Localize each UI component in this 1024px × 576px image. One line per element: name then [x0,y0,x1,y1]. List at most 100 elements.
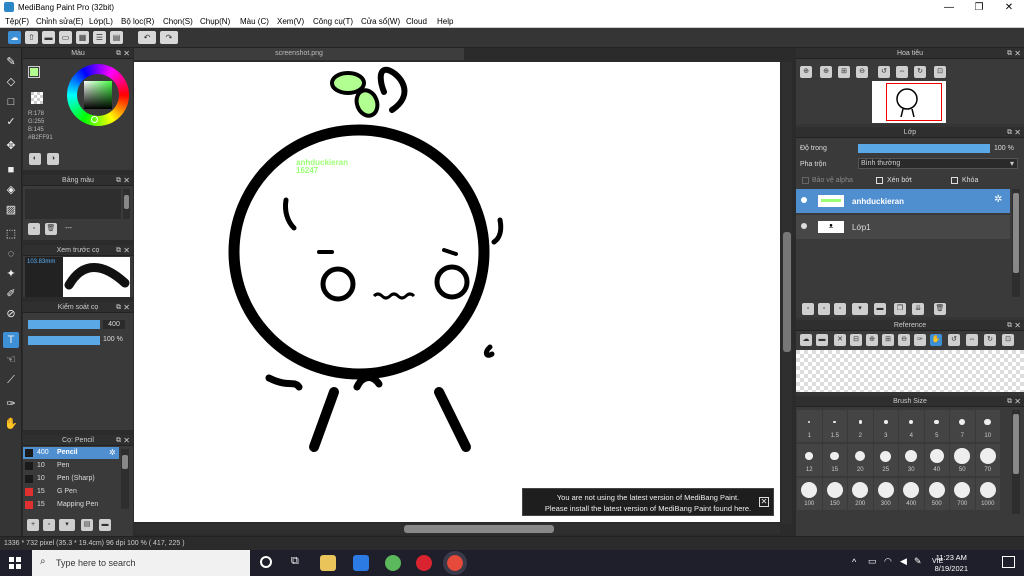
layer-row[interactable]: anhduckieran ✲ [796,189,1010,213]
dock-icon[interactable]: ⧉ [116,435,121,446]
background-color-swatch[interactable] [31,92,43,104]
close-icon[interactable]: ✕ [1014,396,1021,407]
palette-scrollbar[interactable] [123,189,130,219]
open-folder-icon[interactable]: ▬ [816,334,828,346]
protect-alpha-checkbox[interactable] [802,177,809,184]
eyedropper-tool-icon[interactable]: ✑ [3,396,19,412]
menu-view[interactable]: Xem(V) [277,17,304,26]
network-icon[interactable]: ▭ [868,556,877,567]
wifi-icon[interactable]: ◠ [884,556,892,567]
grid-icon[interactable]: ▦ [76,31,89,44]
fit-icon[interactable]: ⊞ [838,66,850,78]
brush-size-option[interactable]: 5 [924,410,949,442]
minimize-button[interactable]: — [934,0,964,15]
divide-tool-icon[interactable]: ⟋ [3,372,19,388]
brush-size-option[interactable]: 3 [873,410,898,442]
menu-color[interactable]: Màu (C) [240,17,269,26]
zoom-out-icon[interactable]: ⊖ [856,66,868,78]
brush-size-option[interactable]: 4 [899,410,924,442]
color-wheel[interactable] [67,64,129,126]
menu-filter[interactable]: Bộ lọc(R) [121,17,154,26]
flip-icon[interactable]: ⇔ [966,334,978,346]
notice-close-button[interactable]: ✕ [759,497,769,507]
pen-tool-icon[interactable]: ✓ [3,114,19,130]
store-icon[interactable] [320,555,336,571]
brush-size-option[interactable]: 2 [848,410,873,442]
upload-icon[interactable]: ☁ [800,334,812,346]
brush-size-option[interactable]: 100 [797,478,822,510]
eyedropper-icon[interactable]: ✑ [914,334,926,346]
brush-size-option[interactable]: 300 [873,478,898,510]
undo-icon[interactable]: ↶ [138,31,156,44]
menu-cloud[interactable]: Cloud [406,17,427,26]
maximize-button[interactable]: ❐ [964,0,994,15]
new-halftone-layer-icon[interactable]: ▫ [834,303,846,315]
task-view-icon[interactable]: ⧉ [291,555,299,568]
brush-list-item[interactable]: 15 Mapping Pen [23,499,119,511]
color-square[interactable] [84,81,112,109]
chrome-icon[interactable] [443,551,467,575]
close-button[interactable]: ✕ [994,0,1024,15]
color-mode-icon[interactable]: ◐ [29,153,41,165]
brush-opacity-slider[interactable] [28,336,100,345]
fit-width-icon[interactable]: ⊟ [850,334,862,346]
color-slider-icon[interactable]: ◑ [47,153,59,165]
close-icon[interactable]: ✕ [1014,48,1021,59]
brush-size-option[interactable]: 700 [950,478,975,510]
menu-select[interactable]: Chọn(S) [163,17,193,26]
brush-settings-icon[interactable]: ▤ [81,519,93,531]
canvas-vertical-scrollbar[interactable] [782,62,792,524]
add-brush-icon[interactable]: + [27,519,39,531]
close-icon[interactable]: ✕ [1014,320,1021,331]
close-icon[interactable]: ✕ [123,435,130,446]
brush-list-item[interactable]: 400 Pencil ✲ [23,447,119,459]
chevron-up-icon[interactable]: ^ [852,557,856,567]
cortana-icon[interactable] [260,556,272,568]
brush-size-option[interactable]: 7 [950,410,975,442]
rect-fill-tool-icon[interactable]: ■ [3,162,19,178]
zoom-in-icon[interactable]: ⊕ [866,334,878,346]
reset-icon[interactable]: ⊡ [1002,334,1014,346]
brush-size-option[interactable]: 15 [822,444,847,476]
update-notice[interactable]: You are not using the latest version of … [522,488,774,516]
menu-help[interactable]: Help [437,17,453,26]
bucket-tool-icon[interactable]: ◈ [3,182,19,198]
new-layer-icon[interactable]: ▫ [802,303,814,315]
brush-page-icon[interactable]: ▫ [43,519,55,531]
fit-icon[interactable]: ⊞ [882,334,894,346]
close-icon[interactable]: ✕ [123,245,130,256]
eye-icon[interactable] [801,197,807,203]
delete-layer-icon[interactable]: 🗑 [934,303,946,315]
shape-tool-icon[interactable]: □ [3,94,19,110]
brush-size-option[interactable]: 20 [848,444,873,476]
brush-size-scrollbar[interactable] [1012,410,1020,514]
move-tool-icon[interactable]: ✥ [3,138,19,154]
brush-size-option[interactable]: 200 [848,478,873,510]
comment-icon[interactable]: ▬ [42,31,55,44]
zoom-out-icon[interactable]: ⊖ [898,334,910,346]
palette-swatches[interactable] [25,189,121,219]
folder-icon[interactable]: ▬ [874,303,886,315]
brush-size-option[interactable]: 1000 [975,478,1000,510]
windows-start-icon[interactable] [9,557,21,569]
delete-palette-icon[interactable]: 🗑 [45,223,57,235]
brush-size-option[interactable]: 25 [873,444,898,476]
dock-icon[interactable]: ⧉ [1007,396,1012,407]
canvas-horizontal-scrollbar[interactable] [134,524,780,534]
brush-list-item[interactable]: 15 G Pen [23,486,119,498]
lock-checkbox[interactable] [951,177,958,184]
menu-file[interactable]: Tệp(F) [5,17,29,26]
upload-icon[interactable]: ⇧ [25,31,38,44]
duplicate-icon[interactable]: ❐ [894,303,906,315]
page-icon[interactable]: ▤ [110,31,123,44]
dock-icon[interactable]: ⧉ [116,175,121,186]
brush-size-option[interactable]: 12 [797,444,822,476]
dock-icon[interactable]: ⧉ [116,302,121,313]
rotate-left-icon[interactable]: ↺ [948,334,960,346]
merge-icon[interactable]: ⇊ [912,303,924,315]
brush-list-scrollbar[interactable] [121,449,129,509]
browser-icon[interactable] [385,555,401,571]
dock-icon[interactable]: ⧉ [116,245,121,256]
operation-tool-icon[interactable]: ☜ [3,352,19,368]
layer-opacity-slider[interactable] [858,144,990,153]
